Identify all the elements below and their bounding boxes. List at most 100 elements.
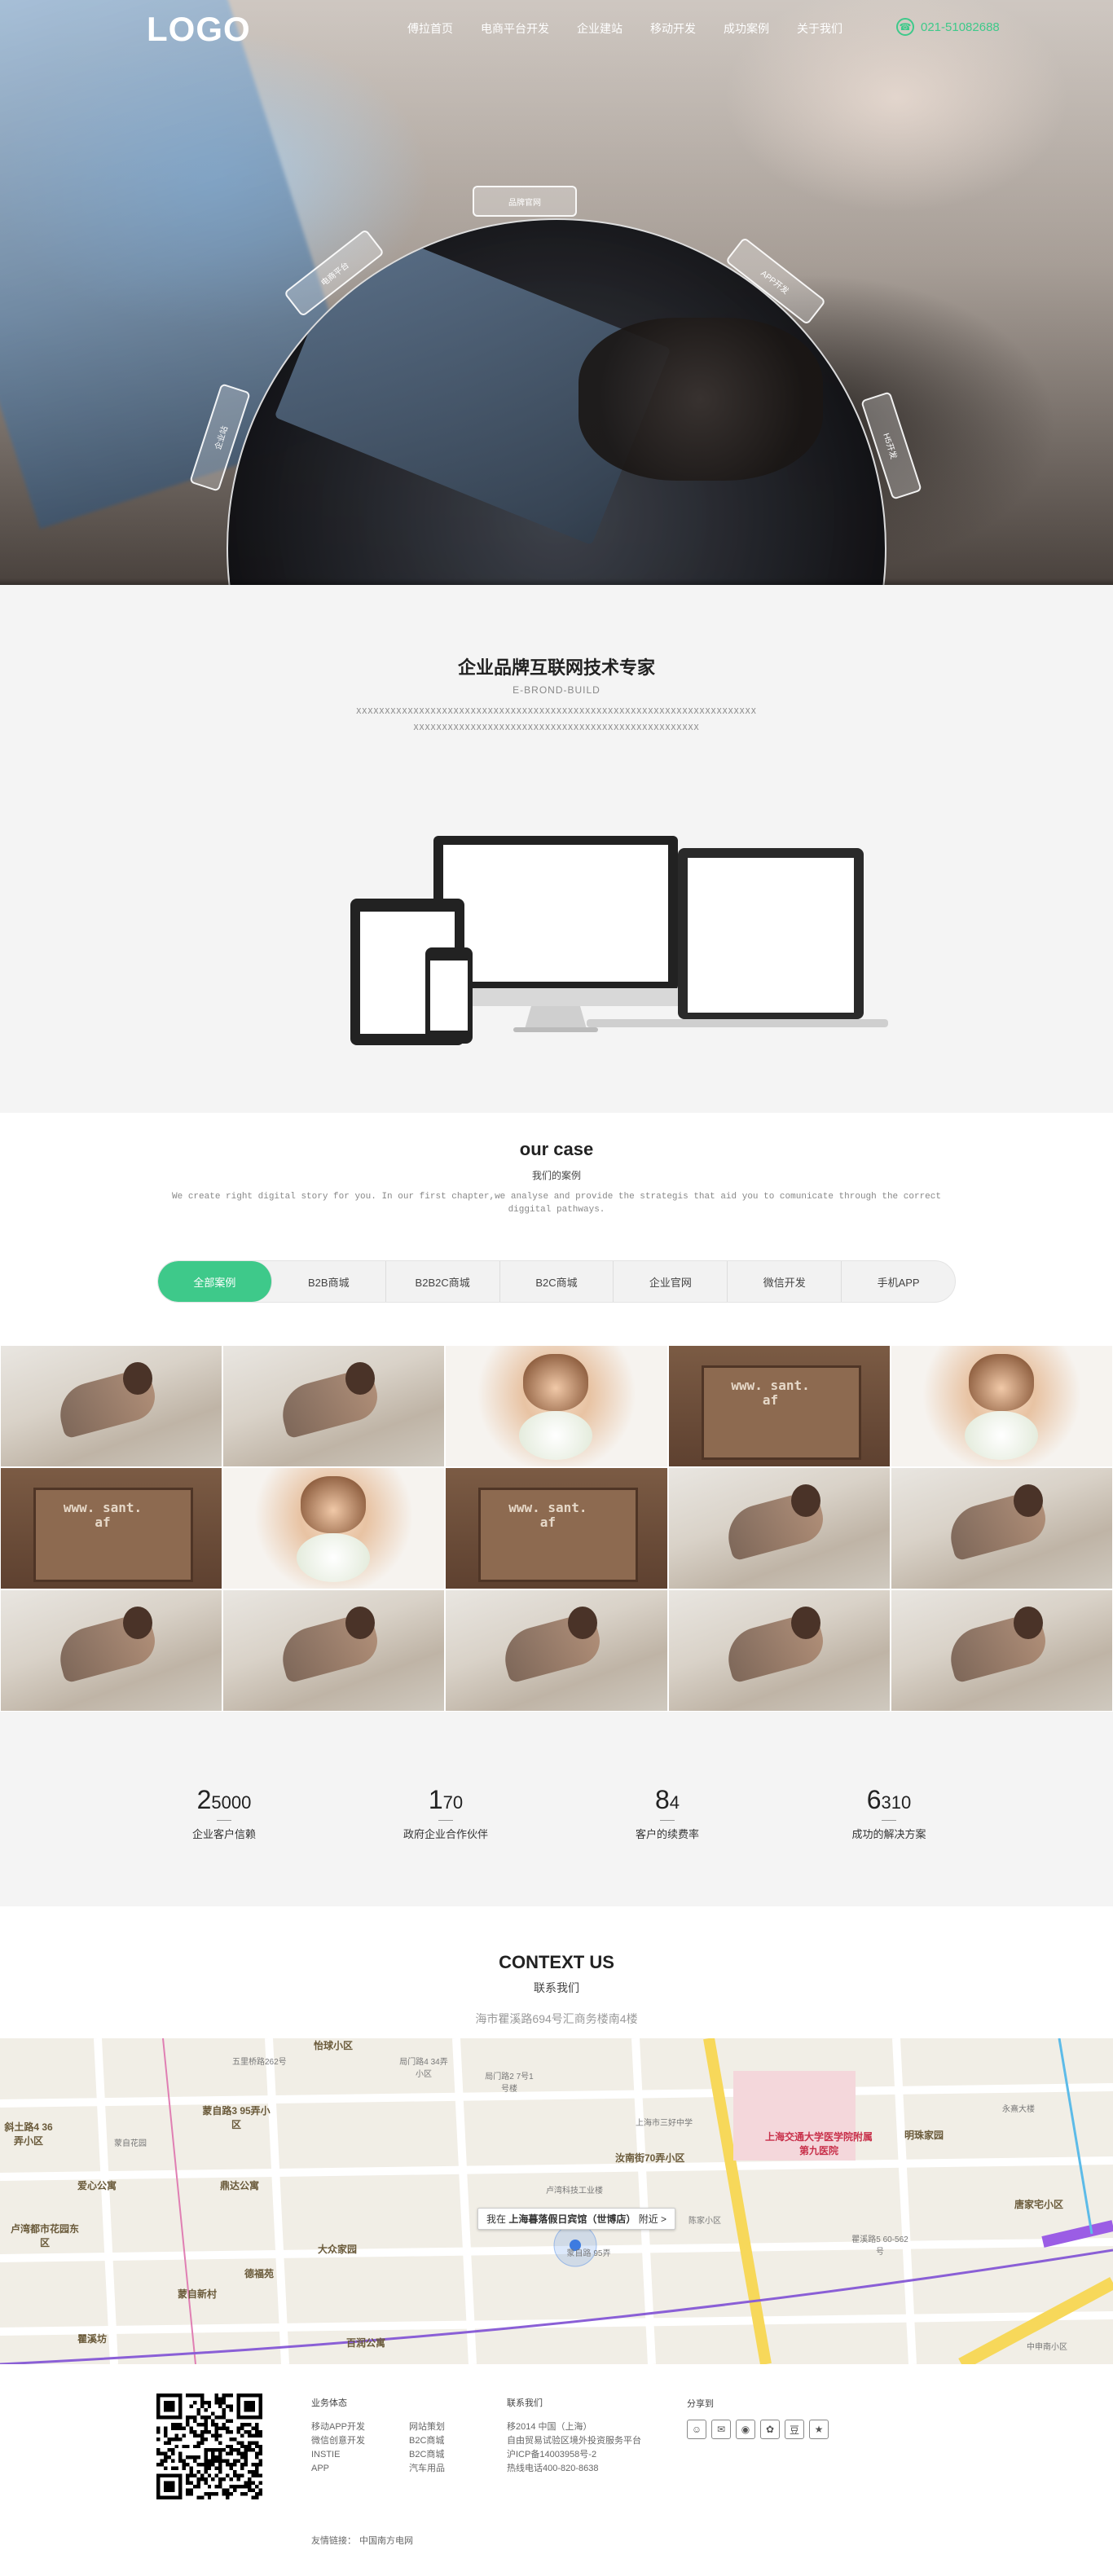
intro-title: 企业品牌互联网技术专家 bbox=[457, 657, 655, 678]
intro-section: 企业品牌互联网技术专家 E-BROND-BUILD XXXXXXXXXXXXXX… bbox=[0, 585, 1113, 1113]
map-label: 怡球小区 bbox=[314, 2040, 354, 2051]
filter-b2c[interactable]: B2C商城 bbox=[500, 1261, 614, 1302]
stat-small: 5000 bbox=[211, 1792, 252, 1813]
map-label: 蒙自花园 bbox=[114, 2139, 147, 2148]
sina-icon[interactable]: ✿ bbox=[760, 2420, 780, 2439]
footer-link[interactable]: INSTIE bbox=[311, 2448, 365, 2462]
nav-menu: 傅拉首页 电商平台开发 企业建站 移动开发 成功案例 关于我们 bbox=[407, 20, 842, 37]
case-thumbnail[interactable] bbox=[890, 1467, 1113, 1589]
pin-nearby-link[interactable]: 附近 > bbox=[639, 2213, 666, 2225]
filter-enterprise[interactable]: 企业官网 bbox=[614, 1261, 728, 1302]
footer-link[interactable]: 网站策划 bbox=[409, 2420, 445, 2434]
filter-app[interactable]: 手机APP bbox=[842, 1261, 955, 1302]
contact-section: CONTEXT US 联系我们 海市瞿溪路694号汇商务楼南4楼 怡球小区 五里… bbox=[0, 1906, 1113, 2364]
footer-text: 热线电话400-820-8638 bbox=[507, 2464, 599, 2473]
nav-item-about[interactable]: 关于我们 bbox=[797, 20, 842, 37]
map-label: 瞿溪路5 60-562号 bbox=[851, 2235, 908, 2257]
share-block: 分享到 ☺ ✉ ◉ ✿ 豆 ★ bbox=[687, 2397, 829, 2439]
map-label: 卢湾都市花园东区 bbox=[10, 2223, 79, 2249]
footer-col-contact: 联系我们 移2014 中国（上海） 自由贸易试验区境外投资服务平台 沪ICP备1… bbox=[507, 2397, 641, 2476]
cases-section: our case 我们的案例 We create right digital s… bbox=[0, 1113, 1113, 1712]
map-label: 德福苑 bbox=[244, 2268, 275, 2279]
footer-link[interactable]: 微信创意开发 bbox=[311, 2434, 365, 2448]
case-thumbnail[interactable] bbox=[445, 1467, 668, 1589]
footer-link[interactable]: B2C商城 bbox=[409, 2448, 445, 2462]
stat-big: 1 bbox=[428, 1785, 443, 1814]
case-thumbnail[interactable] bbox=[890, 1345, 1113, 1467]
filter-b2b2c[interactable]: B2B2C商城 bbox=[386, 1261, 500, 1302]
logo[interactable]: LOGO bbox=[147, 10, 251, 49]
phone-icon: ☎ bbox=[896, 18, 914, 36]
qq-icon[interactable]: ☺ bbox=[687, 2420, 706, 2439]
footer-text: 自由贸易试验区境外投资服务平台 bbox=[507, 2436, 641, 2446]
map-label: 五里桥路262号 bbox=[232, 2058, 287, 2067]
map-label: 蒙自路3 95弄小区 bbox=[202, 2105, 271, 2130]
star-icon[interactable]: ★ bbox=[809, 2420, 829, 2439]
case-filter-bar: 全部案例 B2B商城 B2B2C商城 B2C商城 企业官网 微信开发 手机APP bbox=[157, 1260, 956, 1303]
case-grid bbox=[0, 1345, 1113, 1712]
case-thumbnail[interactable] bbox=[0, 1589, 223, 1712]
stat-small: 70 bbox=[442, 1792, 464, 1813]
footer-text: 沪ICP备14003958号-2 bbox=[507, 2450, 597, 2460]
stat-big: 8 bbox=[654, 1785, 670, 1814]
douban-icon[interactable]: 豆 bbox=[785, 2420, 804, 2439]
case-thumbnail[interactable] bbox=[445, 1345, 668, 1467]
nav-item-ecommerce[interactable]: 电商平台开发 bbox=[481, 20, 549, 37]
stat-small: 310 bbox=[881, 1792, 912, 1813]
stat-item: 6310 成功的解决方案 bbox=[778, 1712, 1000, 1906]
case-thumbnail[interactable] bbox=[0, 1345, 223, 1467]
friend-link[interactable]: 中国南方电网 bbox=[359, 2536, 413, 2546]
map-label: 明珠家园 bbox=[904, 2130, 944, 2141]
footer-col-business: 业务体态 移动APP开发 微信创意开发 INSTIE APP bbox=[311, 2397, 365, 2476]
phone-number[interactable]: 021-51082688 bbox=[921, 20, 1000, 34]
filter-b2b[interactable]: B2B商城 bbox=[272, 1261, 386, 1302]
weibo-icon[interactable]: ◉ bbox=[736, 2420, 755, 2439]
hero-tab-brand-site[interactable]: 品牌官网 bbox=[473, 186, 577, 217]
footer-link[interactable]: APP bbox=[311, 2462, 365, 2476]
case-thumbnail[interactable] bbox=[667, 1467, 891, 1589]
stat-label: 政府企业合作伙伴 bbox=[403, 1828, 488, 1840]
case-thumbnail[interactable] bbox=[667, 1345, 891, 1467]
case-thumbnail[interactable] bbox=[0, 1467, 223, 1589]
map-label: 局门路4 34弄小区 bbox=[399, 2058, 448, 2079]
map-label: 卢湾科技工业楼 bbox=[546, 2187, 603, 2196]
map-label: 永熹大楼 bbox=[1002, 2105, 1035, 2114]
map-roads bbox=[0, 2038, 1113, 2364]
map-label: 上海交通大学医学院附属第九医院 bbox=[764, 2131, 873, 2156]
filter-wechat[interactable]: 微信开发 bbox=[728, 1261, 842, 1302]
top-nav: LOGO 傅拉首页 电商平台开发 企业建站 移动开发 成功案例 关于我们 ☎ 0… bbox=[0, 0, 1113, 57]
filter-all[interactable]: 全部案例 bbox=[158, 1261, 272, 1302]
nav-item-mobile[interactable]: 移动开发 bbox=[650, 20, 696, 37]
phone-contact: ☎ 021-51082688 bbox=[896, 18, 1000, 36]
stat-small: 4 bbox=[669, 1792, 680, 1813]
nav-item-home[interactable]: 傅拉首页 bbox=[407, 20, 453, 37]
nav-item-cases[interactable]: 成功案例 bbox=[724, 20, 769, 37]
pin-prefix: 我在 bbox=[486, 2213, 507, 2225]
case-thumbnail[interactable] bbox=[222, 1345, 446, 1467]
wechat-icon[interactable]: ✉ bbox=[711, 2420, 731, 2439]
stat-label: 客户的续费率 bbox=[635, 1828, 699, 1840]
case-thumbnail[interactable] bbox=[445, 1589, 668, 1712]
map-label: 上海市三好中学 bbox=[636, 2119, 693, 2128]
map-location-tooltip[interactable]: 我在 上海暮落假日宾馆（世博店） 附近 > bbox=[477, 2208, 676, 2230]
stat-label: 企业客户信赖 bbox=[191, 1828, 256, 1840]
case-thumbnail[interactable] bbox=[667, 1589, 891, 1712]
footer-link[interactable]: B2C商城 bbox=[409, 2434, 445, 2448]
case-thumbnail[interactable] bbox=[222, 1467, 446, 1589]
footer-link[interactable]: 汽车用品 bbox=[409, 2462, 445, 2476]
cases-description: We create right digital story for you. I… bbox=[172, 1192, 941, 1215]
map-label: 斜土路4 36弄小区 bbox=[4, 2121, 53, 2147]
intro-text: XXXXXXXXXXXXXXXXXXXXXXXXXXXXXXXXXXXXXXXX… bbox=[312, 704, 801, 736]
location-map[interactable]: 怡球小区 五里桥路262号 蒙自路3 95弄小区 蒙自花园 爱心公寓 鼎达公寓 … bbox=[0, 2038, 1113, 2364]
nav-item-enterprise-site[interactable]: 企业建站 bbox=[577, 20, 622, 37]
contact-subtitle: 联系我们 bbox=[534, 1981, 579, 1994]
map-label: 爱心公寓 bbox=[77, 2180, 117, 2191]
case-thumbnail[interactable] bbox=[890, 1589, 1113, 1712]
footer-col-title: 业务体态 bbox=[311, 2398, 347, 2408]
map-label: 瞿溪坊 bbox=[77, 2333, 108, 2345]
map-label: 蒙自新村 bbox=[178, 2288, 218, 2300]
map-label: 鼎达公寓 bbox=[220, 2180, 260, 2191]
case-thumbnail[interactable] bbox=[222, 1589, 446, 1712]
cases-subtitle: 我们的案例 bbox=[531, 1170, 581, 1181]
footer-link[interactable]: 移动APP开发 bbox=[311, 2420, 365, 2434]
